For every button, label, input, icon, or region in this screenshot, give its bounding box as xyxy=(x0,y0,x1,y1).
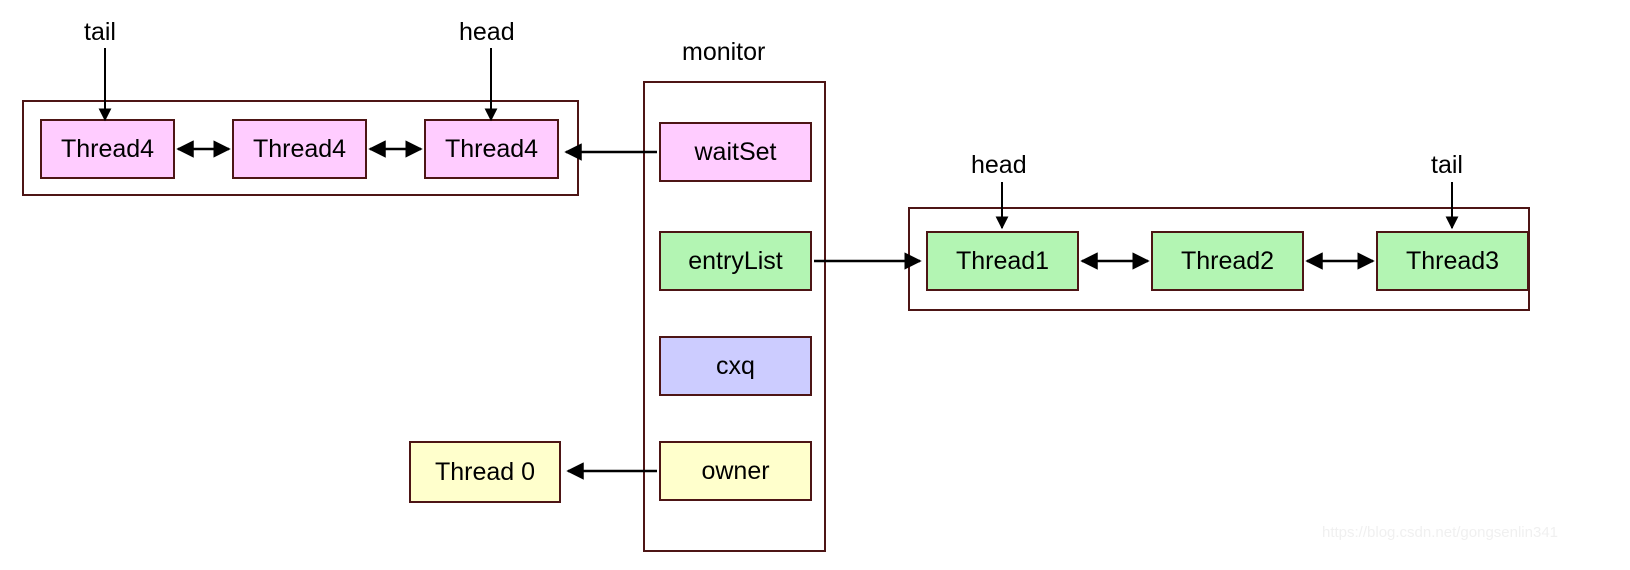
waitset-tail-label: tail xyxy=(84,18,116,46)
monitor-title: monitor xyxy=(682,38,766,66)
monitor-field-cxq[interactable]: cxq xyxy=(659,336,812,396)
diagram-canvas: tail head Thread4 Thread4 Thread4 monito… xyxy=(0,0,1630,570)
entrylist-head-label: head xyxy=(971,151,1027,179)
waitset-node-1[interactable]: Thread4 xyxy=(232,119,367,179)
monitor-field-entrylist[interactable]: entryList xyxy=(659,231,812,291)
entrylist-node-0[interactable]: Thread1 xyxy=(926,231,1079,291)
watermark-text: https://blog.csdn.net/gongsenlin341 xyxy=(1322,524,1559,541)
monitor-field-owner[interactable]: owner xyxy=(659,441,812,501)
entrylist-node-1[interactable]: Thread2 xyxy=(1151,231,1304,291)
owner-thread-node[interactable]: Thread 0 xyxy=(409,441,561,503)
waitset-node-2[interactable]: Thread4 xyxy=(424,119,559,179)
entrylist-node-2[interactable]: Thread3 xyxy=(1376,231,1529,291)
waitset-node-0[interactable]: Thread4 xyxy=(40,119,175,179)
entrylist-tail-label: tail xyxy=(1431,151,1463,179)
monitor-field-waitset[interactable]: waitSet xyxy=(659,122,812,182)
waitset-head-label: head xyxy=(459,18,515,46)
